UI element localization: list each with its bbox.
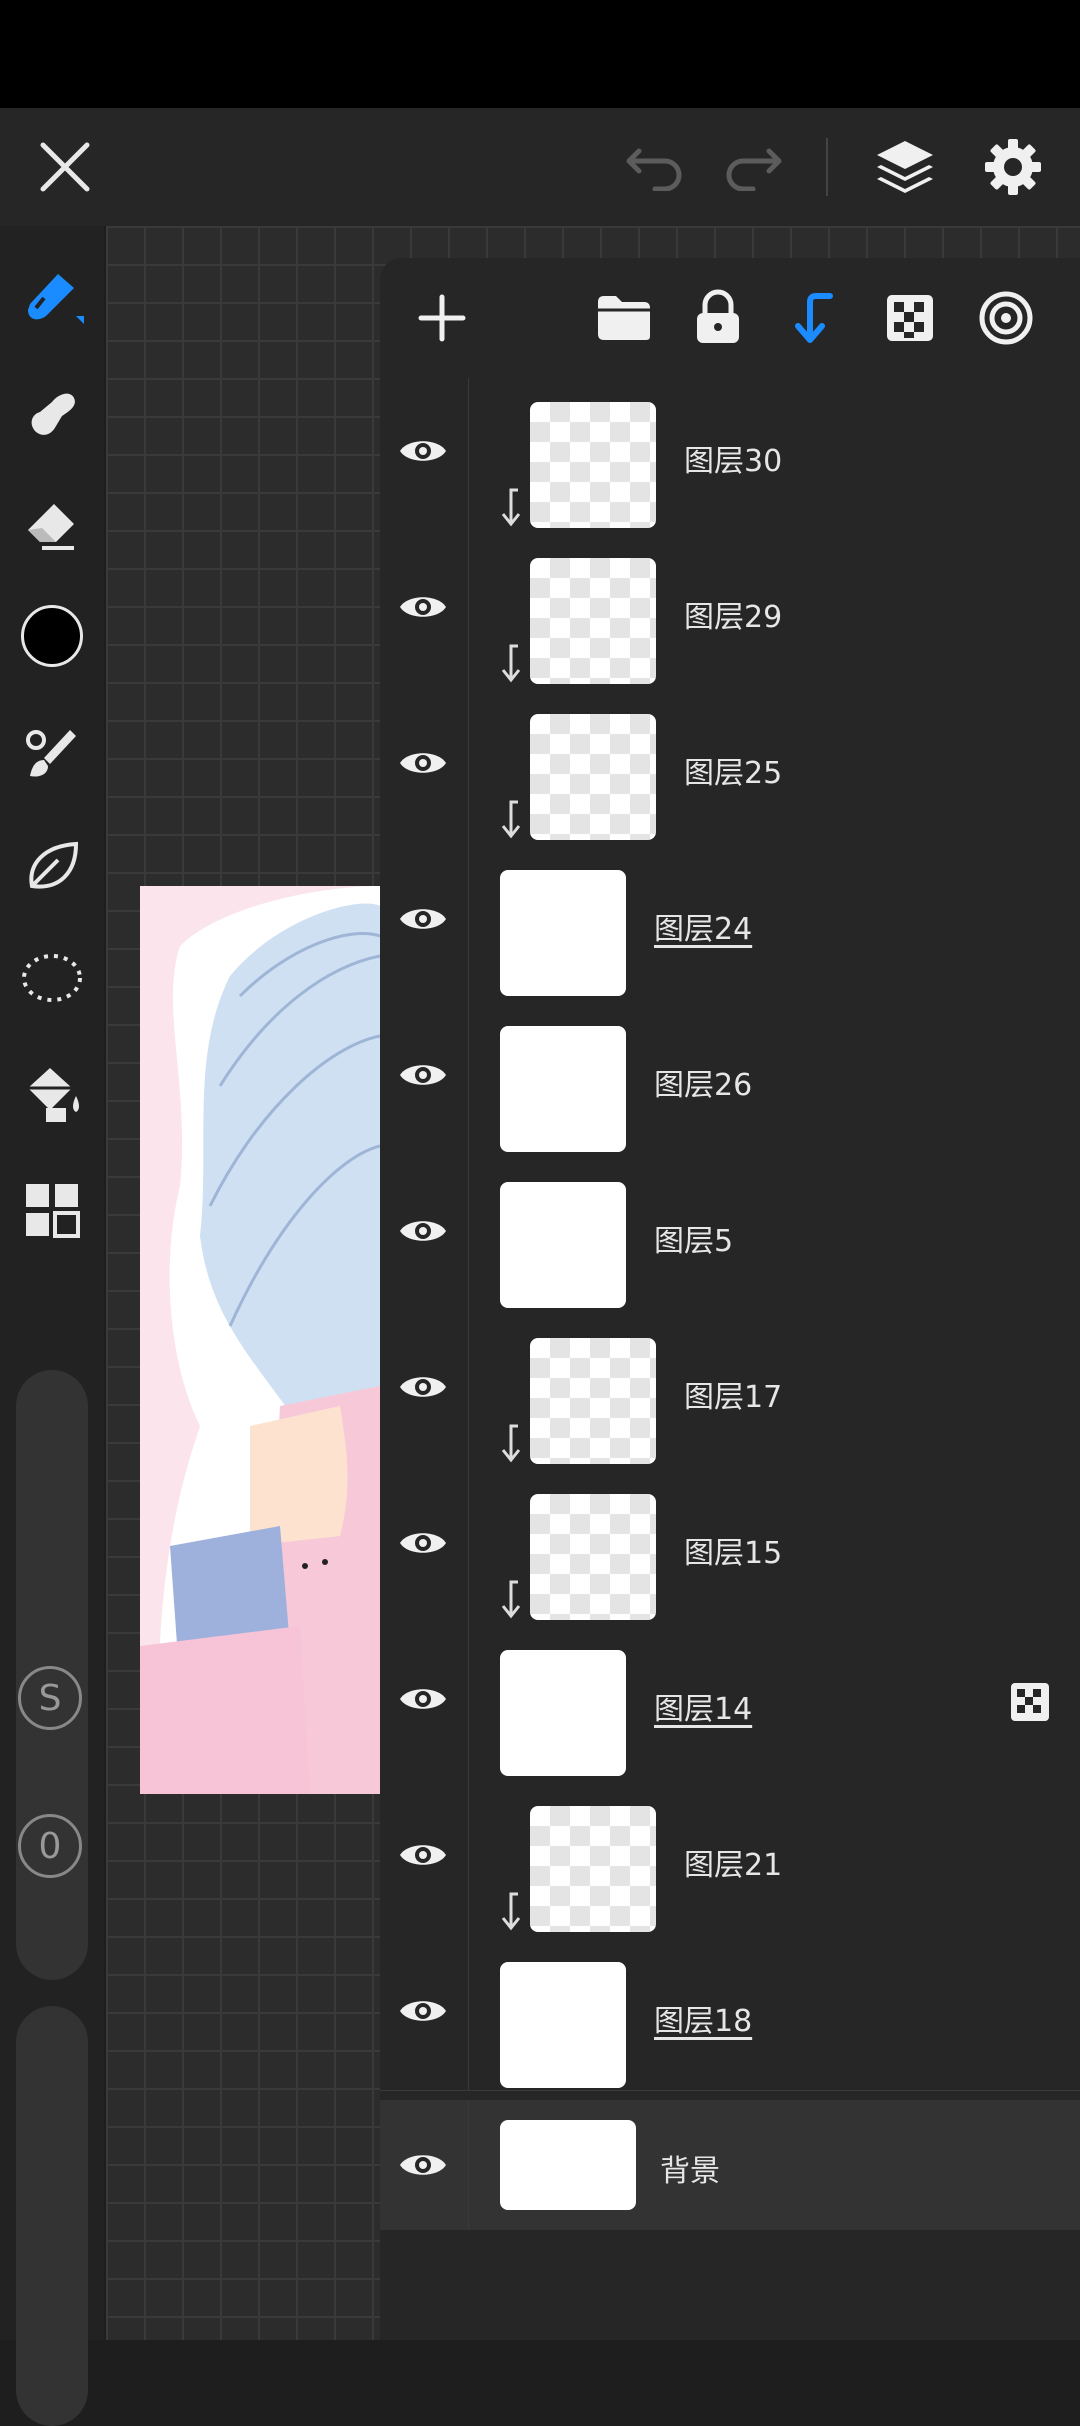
visibility-eye-icon[interactable] xyxy=(398,588,448,626)
visibility-eye-icon[interactable] xyxy=(398,1992,448,2030)
layer-divider xyxy=(468,686,469,842)
clip-icon[interactable] xyxy=(782,286,842,350)
grid-icon[interactable] xyxy=(16,1174,88,1246)
layer-name: 图层17 xyxy=(684,1380,783,1415)
layer-name: 图层24 xyxy=(654,912,753,947)
folder-icon[interactable] xyxy=(592,288,656,348)
layer-row[interactable]: 图层5 xyxy=(380,1154,1080,1311)
layer-thumbnail xyxy=(500,1182,626,1308)
brush-icon[interactable] xyxy=(16,260,88,332)
layer-name: 图层18 xyxy=(654,2004,753,2039)
visibility-eye-icon[interactable] xyxy=(398,1212,448,1250)
layer-row[interactable]: 图层17 xyxy=(380,1310,1080,1467)
eraser-icon[interactable] xyxy=(16,488,88,560)
brush-size-badge[interactable]: S xyxy=(18,1666,82,1730)
smudge-icon[interactable] xyxy=(16,376,88,448)
opacity-slider[interactable] xyxy=(16,2006,88,2426)
close-icon[interactable] xyxy=(30,132,100,202)
layer-thumbnail xyxy=(500,1026,626,1152)
clip-arrow-icon xyxy=(501,644,521,683)
toolbar-divider xyxy=(826,138,828,196)
clip-arrow-icon xyxy=(501,488,521,527)
redo-icon[interactable] xyxy=(718,136,788,196)
layer-row[interactable]: 图层30 xyxy=(380,374,1080,531)
visibility-eye-icon[interactable] xyxy=(398,1836,448,1874)
layer-divider xyxy=(468,1778,469,1934)
layer-row[interactable]: 图层24 xyxy=(380,842,1080,999)
left-toolbar: S 0 xyxy=(0,226,104,2426)
layer-thumbnail xyxy=(530,714,656,840)
visibility-eye-icon[interactable] xyxy=(398,1680,448,1718)
visibility-eye-icon[interactable] xyxy=(398,2146,448,2184)
layer-name: 图层25 xyxy=(684,756,783,791)
layer-thumbnail xyxy=(500,1962,626,2088)
layer-row[interactable]: 图层18 xyxy=(380,1934,1080,2091)
layer-divider xyxy=(468,998,469,1154)
layer-name: 图层21 xyxy=(684,1848,783,1883)
gear-icon[interactable] xyxy=(976,130,1050,204)
layer-name: 图层29 xyxy=(684,600,783,635)
layer-divider xyxy=(468,1154,469,1310)
layer-row[interactable]: 背景 xyxy=(380,2100,1080,2230)
layer-name: 图层14 xyxy=(654,1692,753,1727)
layer-row[interactable]: 图层25 xyxy=(380,686,1080,843)
layer-row[interactable]: 图层14 xyxy=(380,1622,1080,1779)
layer-divider xyxy=(468,842,469,998)
layer-divider xyxy=(468,374,469,530)
layer-thumbnail xyxy=(530,558,656,684)
visibility-eye-icon[interactable] xyxy=(398,744,448,782)
lasso-icon[interactable] xyxy=(16,942,88,1014)
alpha-lock-icon xyxy=(1011,1683,1049,1721)
leaf-icon[interactable] xyxy=(16,830,88,902)
layer-row[interactable]: 图层29 xyxy=(380,530,1080,687)
fill-bucket-icon[interactable] xyxy=(16,1056,88,1128)
visibility-eye-icon[interactable] xyxy=(398,900,448,938)
status-bar xyxy=(0,0,1080,108)
visibility-eye-icon[interactable] xyxy=(398,432,448,470)
layer-thumbnail xyxy=(530,1338,656,1464)
lock-icon[interactable] xyxy=(688,286,748,348)
visibility-eye-icon[interactable] xyxy=(398,1368,448,1406)
clip-arrow-icon xyxy=(501,1424,521,1463)
blend-icon[interactable] xyxy=(976,288,1036,348)
clip-arrow-icon xyxy=(501,1892,521,1931)
layer-thumbnail xyxy=(500,2120,636,2210)
visibility-eye-icon[interactable] xyxy=(398,1524,448,1562)
clip-arrow-icon xyxy=(501,800,521,839)
top-bar xyxy=(0,108,1080,234)
color-swatch[interactable] xyxy=(16,600,88,672)
add-icon[interactable] xyxy=(412,288,472,348)
layer-row[interactable]: 图层26 xyxy=(380,998,1080,1155)
layer-row[interactable]: 图层21 xyxy=(380,1778,1080,1935)
layer-thumbnail xyxy=(530,1806,656,1932)
layer-thumbnail xyxy=(500,1650,626,1776)
visibility-eye-icon[interactable] xyxy=(398,1056,448,1094)
layer-thumbnail xyxy=(530,1494,656,1620)
undo-icon[interactable] xyxy=(620,136,690,196)
layer-name: 图层30 xyxy=(684,444,783,479)
layer-divider xyxy=(468,1934,469,2090)
layer-name: 图层15 xyxy=(684,1536,783,1571)
alpha-icon[interactable] xyxy=(880,288,940,348)
paintbrush-icon[interactable] xyxy=(16,716,88,788)
layer-divider xyxy=(468,1310,469,1466)
layer-divider xyxy=(468,1622,469,1778)
layers-panel-header xyxy=(380,258,1080,378)
layers-icon[interactable] xyxy=(868,130,942,204)
layer-divider xyxy=(468,530,469,686)
opacity-badge[interactable]: 0 xyxy=(18,1814,82,1878)
layer-thumbnail xyxy=(500,870,626,996)
layer-name: 图层5 xyxy=(654,1224,734,1259)
layer-divider xyxy=(468,2100,469,2230)
layer-name: 背景 xyxy=(660,2154,720,2189)
layers-panel: 图层30 图层29 图层25 图层24 图层26 图层5 图层17 图层15 图层14 图层21 图… xyxy=(380,258,1080,2340)
clip-arrow-icon xyxy=(501,1580,521,1619)
artwork-preview xyxy=(140,886,380,1794)
layer-divider xyxy=(468,1466,469,1622)
layer-row[interactable]: 图层15 xyxy=(380,1466,1080,1623)
layer-thumbnail xyxy=(530,402,656,528)
layer-name: 图层26 xyxy=(654,1068,753,1103)
